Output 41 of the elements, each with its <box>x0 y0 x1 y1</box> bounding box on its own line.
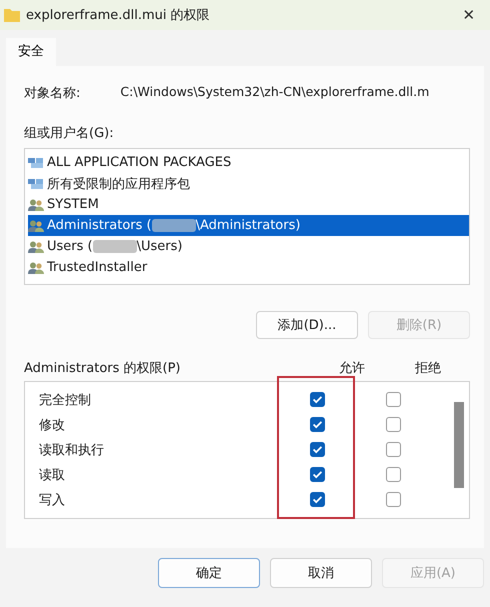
package-icon <box>28 156 44 168</box>
permission-name: 修改 <box>39 416 66 434</box>
window-title: explorerframe.dll.mui 的权限 <box>26 7 211 24</box>
list-label: Administrators 的权限(P) <box>24 360 182 377</box>
tab[interactable]: 安全 <box>6 38 56 66</box>
list-item[interactable]: 所有受限制的应用程序包 <box>28 173 469 194</box>
field-label: 对象名称: <box>24 85 80 102</box>
permission-name: 写入 <box>39 492 66 508</box>
close-button[interactable]: ✕ <box>452 1 486 29</box>
users-icon <box>28 198 44 210</box>
list-item[interactable]: Users ( \Users) <box>28 236 469 257</box>
permission-name: 完全控制 <box>39 392 92 408</box>
checkbox[interactable] <box>386 392 400 407</box>
dialog-button[interactable]: 确定 <box>158 558 260 588</box>
checkbox[interactable] <box>310 417 324 432</box>
checkbox[interactable] <box>310 467 324 482</box>
folder-icon <box>4 8 20 22</box>
column-header: 允许 <box>338 360 366 377</box>
column-header: 拒绝 <box>414 360 442 377</box>
checkbox[interactable] <box>386 467 400 482</box>
permission-name: 读取和执行 <box>39 442 105 458</box>
list-label: 组或用户名(G): <box>24 125 115 142</box>
list-item[interactable]: Administrators ( \Administrators) <box>28 215 469 236</box>
checkbox[interactable] <box>386 442 400 457</box>
users-icon <box>28 220 44 232</box>
checkbox[interactable] <box>310 392 324 407</box>
action-button[interactable]: 添加(D)... <box>256 311 358 339</box>
package-icon <box>28 178 44 190</box>
list-item[interactable]: ALL APPLICATION PACKAGES <box>28 152 469 173</box>
checkbox[interactable] <box>310 442 324 457</box>
checkbox[interactable] <box>386 492 400 507</box>
checkbox[interactable] <box>386 417 400 432</box>
users-icon <box>28 240 44 252</box>
scrollbar[interactable] <box>454 402 464 488</box>
dialog-button[interactable]: 取消 <box>270 558 372 588</box>
permission-name: 读取 <box>39 466 66 484</box>
object-path: C:\Windows\System32\zh-CN\explorerframe.dll.m <box>120 84 430 101</box>
list-item[interactable]: TrustedInstaller <box>28 257 469 278</box>
users-icon <box>28 262 44 274</box>
list-item[interactable]: SYSTEM <box>28 194 469 215</box>
checkbox[interactable] <box>310 492 324 507</box>
